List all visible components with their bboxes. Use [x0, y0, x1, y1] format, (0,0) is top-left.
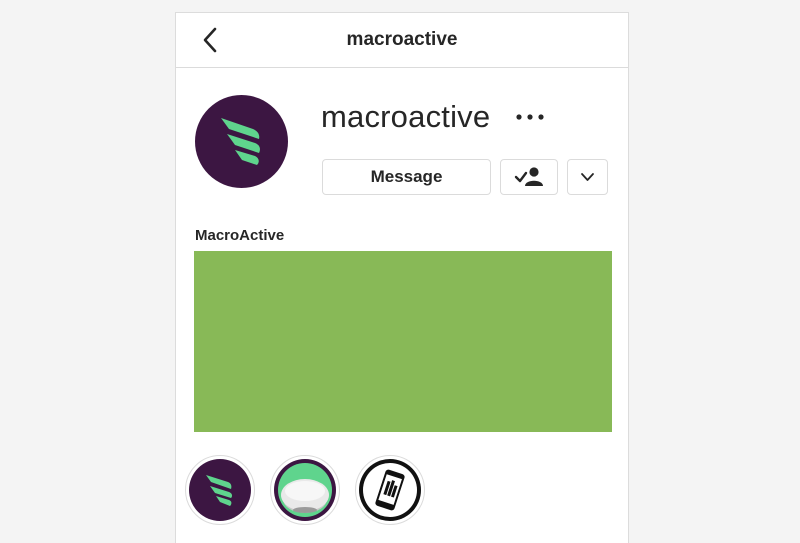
more-options-button[interactable] — [514, 105, 546, 129]
phone-icon — [359, 459, 421, 521]
story-highlight[interactable] — [185, 455, 255, 525]
profile-username: macroactive — [321, 99, 491, 134]
highlight-cover — [189, 459, 251, 521]
story-highlight[interactable] — [355, 455, 425, 525]
profile-banner — [194, 251, 612, 432]
page-title: macroactive — [346, 29, 458, 50]
macroactive-logo-icon — [189, 459, 251, 521]
message-button[interactable]: Message — [322, 159, 491, 195]
highlight-cover — [359, 459, 421, 521]
user-check-icon — [514, 167, 543, 186]
profile-screen: macroactive macroactive Message MacroAct… — [175, 12, 629, 543]
suggestions-dropdown-button[interactable] — [567, 159, 608, 195]
chevron-down-icon — [581, 173, 594, 181]
top-bar: macroactive — [176, 13, 628, 68]
banner-image — [194, 251, 612, 432]
bio-name: MacroActive — [195, 227, 285, 244]
device-icon — [274, 459, 336, 521]
profile-avatar[interactable] — [195, 95, 288, 188]
highlight-cover — [274, 459, 336, 521]
macroactive-logo-icon — [221, 118, 260, 165]
following-button[interactable] — [500, 159, 558, 195]
ellipsis-icon — [516, 114, 544, 120]
story-highlight[interactable] — [270, 455, 340, 525]
